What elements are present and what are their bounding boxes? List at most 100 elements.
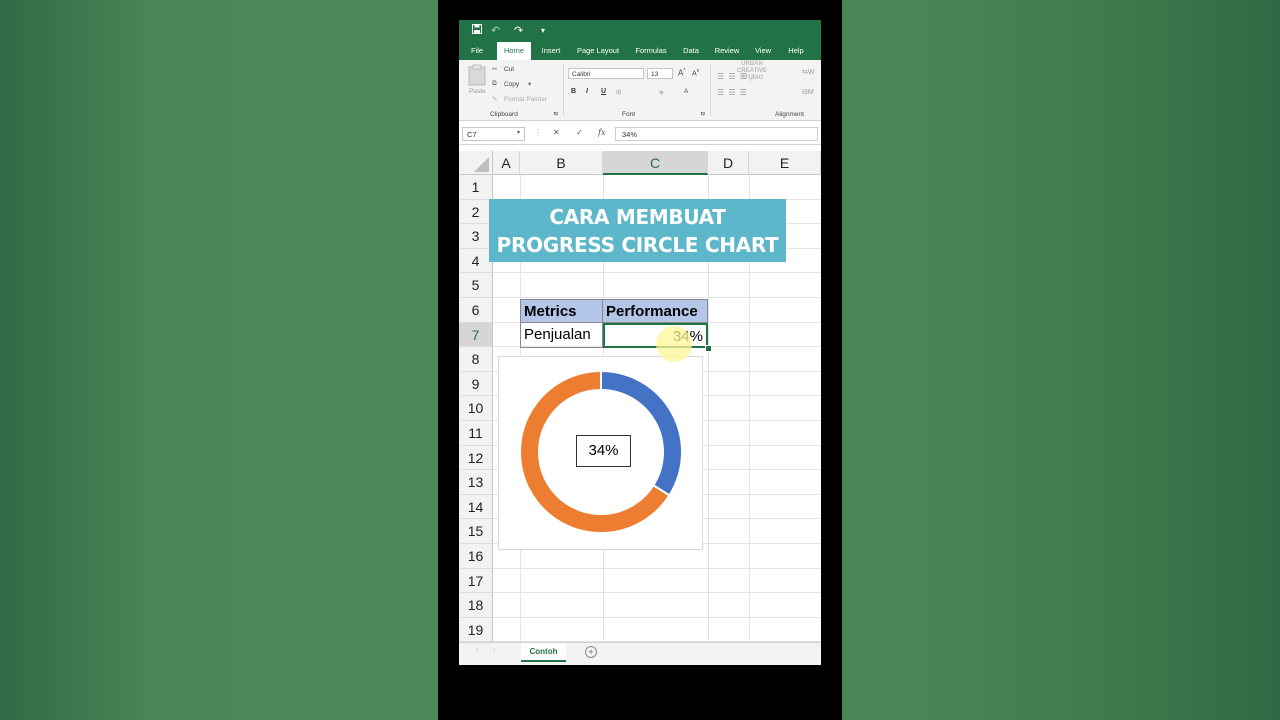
formula-input[interactable]: 34% bbox=[615, 127, 818, 141]
row-header-7[interactable]: 7 bbox=[459, 322, 493, 348]
clipboard-group-label: Clipboard bbox=[490, 111, 518, 118]
add-sheet-icon[interactable]: + bbox=[585, 646, 597, 658]
row-header-2[interactable]: 2 bbox=[459, 199, 493, 225]
row-gridline bbox=[493, 592, 821, 594]
row-header-8[interactable]: 8 bbox=[459, 347, 493, 372]
font-launcher-icon[interactable]: ⧅ bbox=[701, 111, 705, 118]
header-performance[interactable]: Performance bbox=[603, 298, 708, 324]
italic-button[interactable]: I bbox=[586, 88, 588, 95]
underline-button[interactable]: U bbox=[601, 88, 606, 95]
font-size-select[interactable]: 13 bbox=[647, 68, 673, 79]
customize-toolbar-icon[interactable]: ▾ bbox=[541, 23, 545, 39]
cell-penjualan[interactable]: Penjualan bbox=[520, 323, 603, 348]
fill-color-icon[interactable]: ◈ bbox=[659, 88, 664, 96]
tab-formulas[interactable]: Formulas bbox=[629, 42, 673, 60]
row-header-18[interactable]: 18 bbox=[459, 593, 493, 618]
doughnut-chart[interactable]: 34% bbox=[498, 356, 703, 550]
sheet-tab-bar: ‹ › Contoh + bbox=[459, 642, 821, 665]
row-header-15[interactable]: 15 bbox=[459, 519, 493, 544]
format-painter-button[interactable]: Format Painter bbox=[504, 96, 547, 103]
undo-icon[interactable]: ↶ bbox=[491, 23, 500, 39]
scroll-left-icon[interactable]: ‹ bbox=[476, 647, 478, 654]
copy-icon: ⧉ bbox=[492, 80, 497, 87]
doughnut-slice-progress[interactable] bbox=[600, 369, 683, 497]
column-header-c[interactable]: C bbox=[603, 151, 708, 175]
cancel-icon[interactable]: ✕ bbox=[553, 128, 560, 137]
select-all-corner[interactable] bbox=[459, 151, 493, 175]
row-header-17[interactable]: 17 bbox=[459, 568, 493, 594]
clipboard-launcher-icon[interactable]: ⧅ bbox=[554, 111, 558, 118]
column-header-b[interactable]: B bbox=[520, 151, 603, 175]
save-icon[interactable] bbox=[472, 23, 482, 39]
row-gridline bbox=[493, 272, 821, 274]
excel-window: ↶ ↷ ▾ File Home Insert Page Layout Formu… bbox=[459, 20, 821, 665]
paste-icon bbox=[468, 64, 486, 86]
watermark-logo: URBAN CREATIVE STUDIO bbox=[737, 61, 767, 81]
sheet-tab-contoh[interactable]: Contoh bbox=[521, 643, 566, 662]
column-header-d[interactable]: D bbox=[708, 151, 749, 175]
row-header-19[interactable]: 19 bbox=[459, 617, 493, 643]
row-header-1[interactable]: 1 bbox=[459, 175, 493, 200]
row-header-10[interactable]: 10 bbox=[459, 396, 493, 421]
align-left-icon[interactable]: ☰ ☰ ☰ bbox=[717, 88, 748, 97]
title-banner[interactable]: CARA MEMBUAT PROGRESS CIRCLE CHART bbox=[489, 199, 786, 262]
row-header-14[interactable]: 14 bbox=[459, 494, 493, 520]
formula-bar-handle-icon: ⋮ bbox=[534, 128, 542, 137]
format-painter-icon: ✎ bbox=[492, 96, 498, 103]
name-box-dropdown-icon[interactable]: ▾ bbox=[517, 129, 520, 136]
row-header-13[interactable]: 13 bbox=[459, 470, 493, 495]
column-header-e[interactable]: E bbox=[749, 151, 821, 175]
fill-handle[interactable] bbox=[705, 345, 712, 352]
cursor-highlight bbox=[656, 326, 692, 362]
merge-icon[interactable]: ⊟M bbox=[802, 88, 814, 96]
quick-access-toolbar: ↶ ↷ ▾ bbox=[459, 20, 821, 42]
row-gridline bbox=[493, 567, 821, 569]
name-box[interactable]: C7 bbox=[462, 127, 525, 141]
formula-bar: C7 ▾ ⋮ ✕ ✓ fx 34% bbox=[459, 124, 821, 145]
row-header-9[interactable]: 9 bbox=[459, 371, 493, 397]
tab-home[interactable]: Home bbox=[497, 42, 531, 60]
font-name-select[interactable]: Calibri bbox=[568, 68, 644, 79]
ribbon-separator bbox=[563, 64, 564, 116]
tab-review[interactable]: Review bbox=[711, 42, 743, 60]
chart-center-label[interactable]: 34% bbox=[576, 435, 631, 467]
banner-line-2: PROGRESS CIRCLE CHART bbox=[496, 233, 779, 257]
wrap-text-icon[interactable]: ⇆W bbox=[802, 68, 814, 76]
tab-help[interactable]: Help bbox=[784, 42, 808, 60]
tab-file[interactable]: File bbox=[466, 42, 488, 60]
row-header-11[interactable]: 11 bbox=[459, 421, 493, 446]
row-header-12[interactable]: 12 bbox=[459, 445, 493, 471]
cut-button[interactable]: Cut bbox=[504, 66, 514, 73]
decrease-font-icon[interactable]: Av bbox=[692, 68, 699, 77]
increase-font-icon[interactable]: A^ bbox=[678, 68, 686, 78]
ribbon: Paste ✂ Cut ⧉ Copy ▾ ✎ Format Painter Cl… bbox=[459, 60, 821, 121]
font-color-icon[interactable]: A bbox=[684, 88, 688, 95]
column-header-a[interactable]: A bbox=[493, 151, 520, 175]
copy-dropdown-icon[interactable]: ▾ bbox=[528, 80, 531, 88]
row-header-3[interactable]: 3 bbox=[459, 224, 493, 249]
worksheet-grid[interactable]: A B C D E 1 2 3 4 5 6 7 8 9 10 11 12 13 14 15 16 17 18 19 … bbox=[459, 151, 821, 643]
ribbon-tabs: File Home Insert Page Layout Formulas Da… bbox=[459, 42, 821, 60]
row-header-4[interactable]: 4 bbox=[459, 248, 493, 274]
scroll-right-icon[interactable]: › bbox=[493, 647, 495, 654]
borders-icon[interactable]: ⊞ bbox=[616, 88, 621, 96]
header-metrics[interactable]: Metrics bbox=[520, 298, 603, 324]
font-group-label: Font bbox=[622, 111, 636, 118]
enter-icon[interactable]: ✓ bbox=[576, 128, 583, 137]
copy-button[interactable]: Copy bbox=[504, 81, 519, 88]
cut-icon: ✂ bbox=[492, 66, 498, 73]
row-header-16[interactable]: 16 bbox=[459, 544, 493, 569]
tab-view[interactable]: View bbox=[751, 42, 775, 60]
paste-button[interactable]: Paste bbox=[465, 64, 489, 106]
tab-data[interactable]: Data bbox=[680, 42, 702, 60]
paste-label: Paste bbox=[469, 88, 486, 95]
row-header-6[interactable]: 6 bbox=[459, 298, 493, 323]
insert-function-icon[interactable]: fx bbox=[598, 128, 605, 137]
tab-insert[interactable]: Insert bbox=[537, 42, 565, 60]
bold-button[interactable]: B bbox=[571, 88, 576, 95]
row-header-5[interactable]: 5 bbox=[459, 273, 493, 298]
banner-line-1: CARA MEMBUAT bbox=[549, 205, 726, 229]
redo-icon[interactable]: ↷ bbox=[514, 23, 523, 39]
alignment-group-label: Alignment bbox=[775, 111, 804, 118]
tab-page-layout[interactable]: Page Layout bbox=[573, 42, 623, 60]
